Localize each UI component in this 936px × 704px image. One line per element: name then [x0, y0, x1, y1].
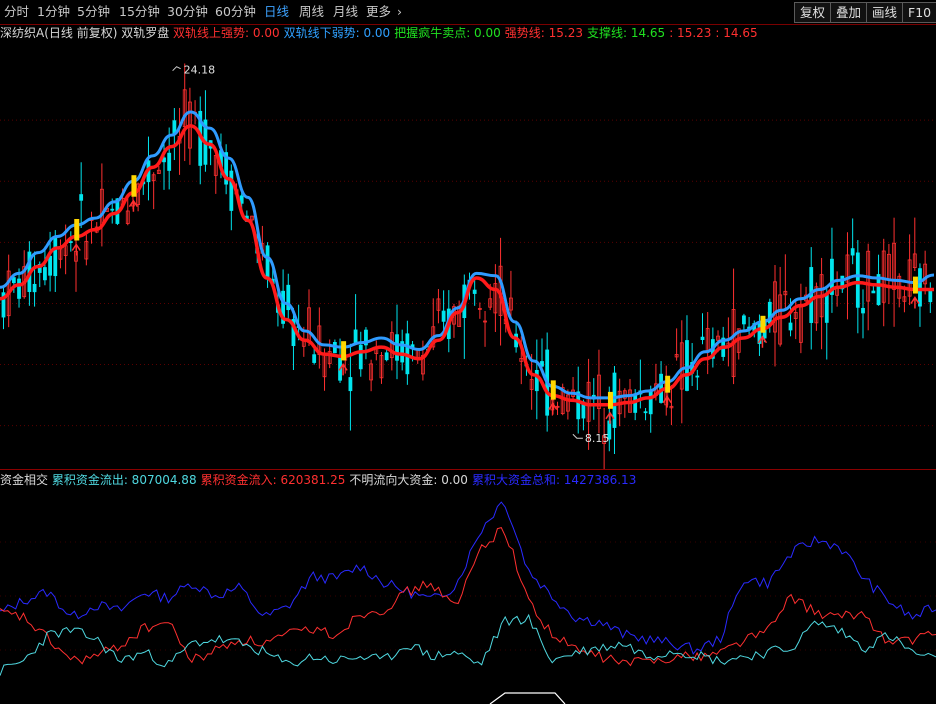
candle-body: [850, 248, 855, 256]
sub-indicator-value-3: 累积大资金总和: 1427386.13: [471, 473, 637, 487]
high-price-label: 24.18: [184, 64, 216, 77]
period-tab-3[interactable]: 15分钟: [119, 3, 160, 21]
candle-body: [110, 208, 115, 211]
candle-body: [648, 389, 653, 415]
sub-indicator-value-0: 累积资金流出: 807004.88: [51, 473, 197, 487]
candle-body: [861, 307, 865, 314]
period-tab-8[interactable]: 月线: [333, 3, 358, 21]
candle-body: [928, 290, 933, 303]
low-pointer-icon: [572, 433, 583, 439]
signal-bar: [607, 391, 613, 409]
sub-indicator-value-2: 不明流向大资金: 0.00: [349, 473, 468, 487]
candle-body: [53, 237, 58, 277]
sub-indicator-value-1: 累积资金流入: 620381.25: [200, 473, 346, 487]
candle-body: [395, 334, 399, 361]
signal-bar: [665, 375, 671, 393]
period-tab-6[interactable]: 日线: [264, 3, 289, 21]
sub-money-flow-chart[interactable]: [0, 488, 936, 704]
toolbar-button-1[interactable]: 叠加: [830, 2, 868, 23]
candle-body: [384, 352, 389, 361]
period-tab-2[interactable]: 5分钟: [77, 3, 110, 21]
period-tab-5[interactable]: 60分钟: [215, 3, 256, 21]
period-tab-7[interactable]: 周线: [299, 3, 324, 21]
high-pointer-icon: [172, 66, 181, 72]
flow-line-1: [0, 527, 936, 667]
more-chevron-icon[interactable]: ›: [397, 3, 402, 21]
candle-body: [742, 315, 746, 325]
candle-body: [441, 310, 446, 322]
candlesticks: [1, 63, 933, 469]
candle-body: [871, 290, 876, 294]
candle-body: [48, 255, 52, 276]
sub-indicator-header: 资金相交 累积资金流出: 807004.88 累积资金流入: 620381.25 不…: [0, 472, 640, 488]
buy-arrow-icon: [71, 243, 81, 256]
candle-body: [472, 289, 477, 294]
candle-body: [348, 377, 353, 392]
toolbar-button-3[interactable]: F10: [902, 2, 936, 23]
candle-body: [788, 322, 793, 331]
signal-bar: [131, 175, 137, 197]
signal-bar: [341, 341, 347, 361]
period-tab-4[interactable]: 30分钟: [167, 3, 208, 21]
strong-line: [0, 124, 934, 407]
period-tab-9[interactable]: 更多: [366, 3, 391, 21]
candle-body: [17, 278, 21, 299]
candle-body: [685, 340, 689, 391]
candle-body: [695, 375, 700, 378]
flow-marker: [489, 692, 566, 704]
buy-arrow-icon: [548, 402, 558, 415]
low-price-label: 8.15: [585, 432, 610, 445]
candle-body: [358, 344, 363, 370]
period-toolbar: 分时 1分钟 5分钟 15分钟 30分钟 60分钟 日线 周线 月线 更多 › 复权 叠加 画线 F10: [0, 0, 936, 25]
candle-body: [32, 283, 37, 293]
signal-bar: [760, 315, 766, 333]
candle-body: [265, 245, 270, 280]
candle-body: [167, 152, 172, 171]
candle-body: [79, 194, 84, 201]
candle-body: [824, 292, 829, 323]
candle-body: [643, 411, 648, 414]
candle-body: [918, 268, 922, 307]
signal-bar: [550, 380, 556, 400]
toolbar-button-2[interactable]: 画线: [866, 2, 904, 23]
main-price-chart[interactable]: 24.18 8.15: [0, 24, 936, 469]
flow-line-0: [0, 501, 936, 655]
candle-body: [700, 336, 705, 341]
flow-line-2: [0, 613, 936, 676]
panel-divider: [0, 469, 936, 470]
signal-bar: [74, 218, 80, 241]
sub-indicator-name: 资金相交: [0, 473, 52, 487]
candle-body: [612, 372, 617, 428]
buy-arrow-icon: [910, 296, 920, 309]
candle-body: [229, 170, 234, 211]
period-tab-1[interactable]: 1分钟: [37, 3, 70, 21]
signal-bar: [912, 276, 918, 294]
toolbar-button-0[interactable]: 复权: [794, 2, 832, 23]
candle-body: [43, 267, 47, 281]
period-tab-0[interactable]: 分时: [4, 3, 29, 21]
candle-body: [68, 241, 73, 243]
weak-line: [0, 110, 935, 400]
candle-body: [312, 354, 317, 363]
candle-body: [855, 252, 860, 308]
